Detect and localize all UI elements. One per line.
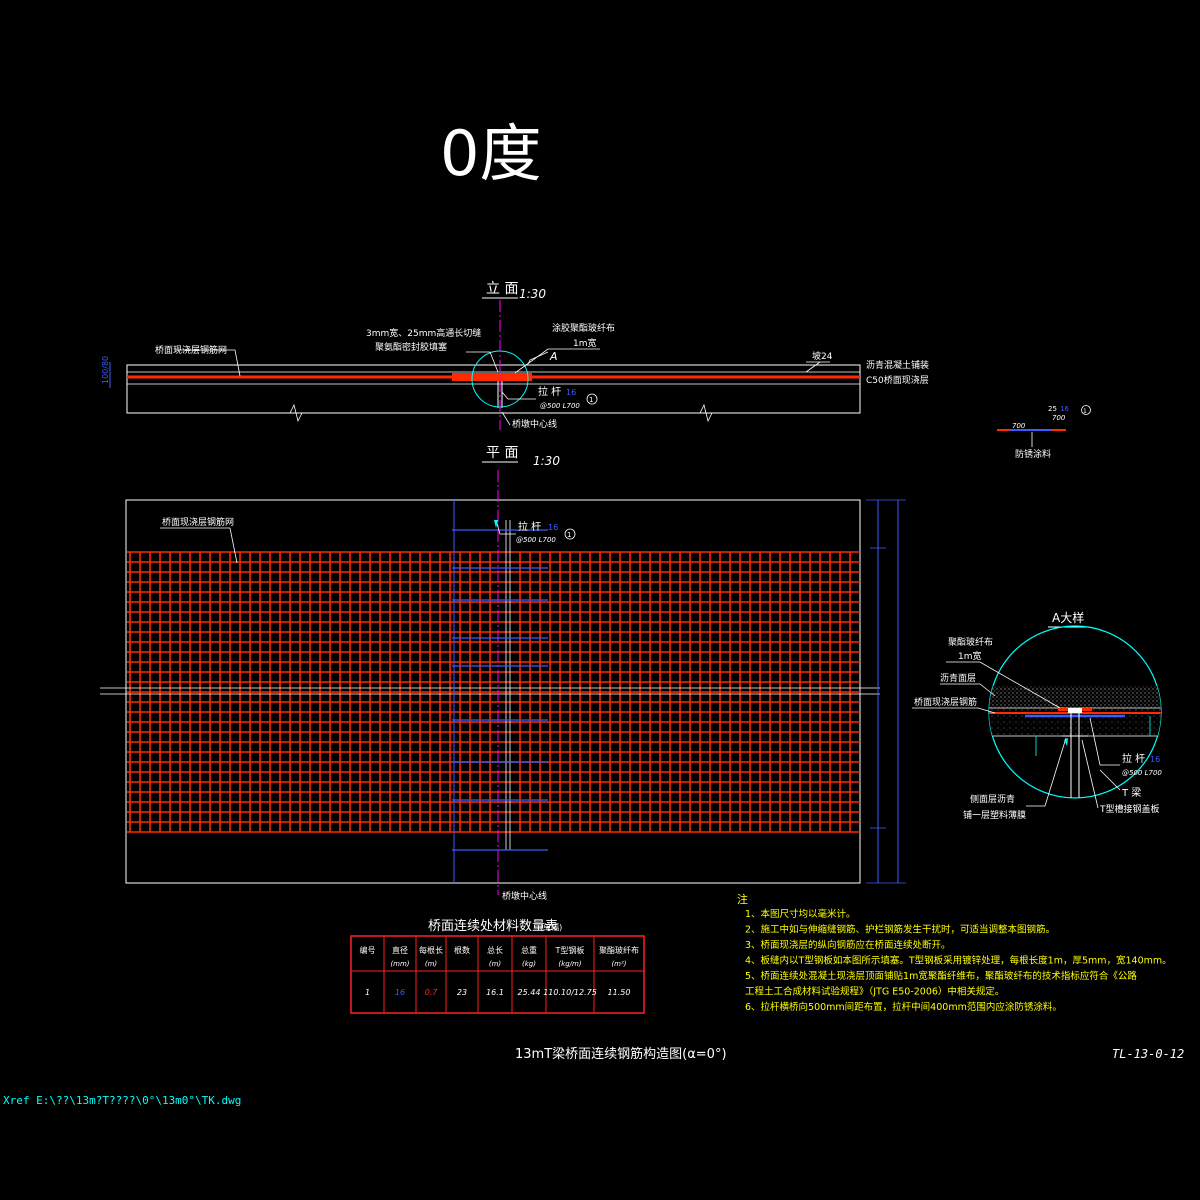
table-title: 桥面连续处材料数量表 bbox=[428, 918, 558, 934]
tie-bar-detail: 25 16 1 700 700 防锈涂料 bbox=[997, 405, 1091, 460]
plan-rebar-net-label: 桥面现浇层钢筋网 bbox=[162, 516, 234, 528]
elevation-scale: 1:30 bbox=[519, 287, 546, 301]
table-header-cell: 直径 bbox=[392, 945, 408, 955]
table-header-cell: 总重 bbox=[521, 945, 537, 955]
elevation-left-dim-text: 100/80 bbox=[101, 356, 110, 384]
table-header-cell: 总长 bbox=[487, 945, 503, 955]
table-data-cell: 110.10/12.75 bbox=[543, 988, 597, 997]
elevation-pier-label: 桥墩中心线 bbox=[512, 418, 557, 430]
table-data-cell: 16.1 bbox=[486, 988, 504, 997]
table-header-cell: 每根长 bbox=[419, 945, 443, 955]
note-line: 1、本图尺寸均以毫米计。 bbox=[745, 908, 856, 920]
elevation-fiber-label-2: 1m宽 bbox=[573, 337, 597, 349]
note-line: 2、施工中如与伸缩缝钢筋、护栏钢筋发生干扰时，可适当调整本图钢筋。 bbox=[745, 924, 1055, 936]
elevation-cut-label-1: 3mm宽、25mm高通长切缝 bbox=[366, 327, 481, 339]
tie-detail-top: 25 bbox=[1048, 405, 1057, 413]
elevation-c50-label: C50桥面现浇层 bbox=[866, 374, 929, 386]
detail-a-asphalt-label: 沥青面层 bbox=[940, 672, 976, 684]
elevation-joint-fiber bbox=[452, 373, 532, 381]
plan-rebar-mesh bbox=[127, 551, 860, 833]
detail-a-heading: A大样 bbox=[1052, 610, 1084, 625]
elevation-tie-label: 拉 杆 bbox=[538, 385, 561, 398]
detail-a-tie-dia: 16 bbox=[1150, 755, 1160, 764]
table-data-cell: 16 bbox=[395, 988, 405, 997]
detail-a-steel-plate-label: T型槽接钢盖板 bbox=[1099, 803, 1160, 815]
elevation-asphalt-label: 沥青混凝土铺装 bbox=[866, 359, 929, 371]
table-unit-cell: (m²) bbox=[611, 960, 626, 968]
elevation-cut-label-2: 聚氨酯密封胶填塞 bbox=[375, 341, 447, 353]
detail-a-layers bbox=[989, 686, 1161, 798]
cad-drawing: 0度 立 面 1:30 100/80 桥面现浇层钢筋网 3mm宽、25mm高通长… bbox=[3, 117, 1184, 1107]
tie-detail-right: 700 bbox=[1052, 414, 1066, 422]
plan-view: 平 面 1:30 桥面现浇层钢筋网 拉 杆 16 1 @500 L700 桥墩中… bbox=[100, 445, 906, 902]
detail-a-bottom-label-1: 侧面层沥青 bbox=[970, 793, 1015, 805]
detail-a-tie-spec: @500 L700 bbox=[1122, 769, 1162, 777]
detail-a-tie-label: 拉 杆 bbox=[1122, 752, 1145, 765]
elevation-slope-label: 坡24 bbox=[812, 350, 833, 362]
notes-block: 注 1、本图尺寸均以毫米计。 2、施工中如与伸缩缝钢筋、护栏钢筋发生干扰时，可适当… bbox=[737, 892, 1172, 1013]
table-header-cell: 编号 bbox=[360, 945, 376, 955]
detail-a-rebar-label: 桥面现浇层钢筋 bbox=[914, 696, 977, 708]
plan-tie-label: 拉 杆 bbox=[518, 520, 541, 533]
table-data-cell: 0.7 bbox=[425, 988, 439, 997]
plan-tie-spec: @500 L700 bbox=[516, 536, 556, 544]
elevation-view: 立 面 1:30 100/80 桥面现浇层钢筋网 3mm宽、25mm高通长切缝 … bbox=[101, 281, 929, 430]
table-header-cell: T型钢板 bbox=[555, 945, 585, 955]
table-unit-cell: (m) bbox=[425, 960, 438, 968]
elevation-tie-circle-num: 1 bbox=[589, 396, 593, 404]
elevation-fiber-label-1: 涂胶聚酯玻纤布 bbox=[552, 322, 615, 334]
plan-scale: 1:30 bbox=[533, 454, 560, 468]
table-title-suffix: (单幅) bbox=[540, 922, 562, 932]
tie-detail-left: 700 bbox=[1012, 422, 1026, 430]
tie-detail-bottom: 防锈涂料 bbox=[1015, 448, 1051, 460]
plan-tie-circle: 1 bbox=[567, 531, 571, 539]
tie-detail-circle: 1 bbox=[1083, 408, 1087, 415]
table-data-cell: 23 bbox=[457, 988, 467, 997]
table-header-cell: 根数 bbox=[454, 945, 470, 955]
table-data-cell: 11.50 bbox=[608, 988, 631, 997]
table-unit-cell: (kg/m) bbox=[558, 960, 581, 968]
table-unit-cell: (m) bbox=[489, 960, 502, 968]
notes-heading: 注 bbox=[737, 892, 748, 906]
elevation-rebar-net-label: 桥面现浇层钢筋网 bbox=[155, 344, 227, 356]
table-unit-cell: (kg) bbox=[522, 960, 536, 968]
note-line: 6、拉杆横桥向500mm间距布置，拉杆中间400mm范围内应涂防锈涂料。 bbox=[745, 1001, 1062, 1013]
note-line: 工程土工合成材料试验规程》（JTG E50-2006）中相关规定。 bbox=[745, 986, 1004, 998]
detail-a-asphalt-layer bbox=[989, 686, 1161, 708]
detail-a-bottom-label-2: 铺一层塑料薄膜 bbox=[963, 809, 1026, 821]
drawing-number: TL-13-0-12 bbox=[1112, 1047, 1184, 1061]
note-line: 4、板缝内以T型钢板如本图所示填塞。T型钢板采用镀锌处理，每根长度1m，厚5mm… bbox=[745, 955, 1172, 967]
detail-a-fiber-label-1: 聚酯玻纤布 bbox=[948, 636, 993, 648]
detail-a-t-beam-label: T 梁 bbox=[1121, 786, 1141, 799]
note-line: 5、桥面连续处混凝土现浇层顶面铺贴1m宽聚酯纤维布，聚酯玻纤布的技术指标应符合《… bbox=[745, 970, 1137, 982]
elevation-tie-dia: 16 bbox=[566, 388, 576, 397]
table-header-cell: 聚酯玻纤布 bbox=[599, 945, 639, 955]
table-unit-cell: (mm) bbox=[390, 960, 409, 968]
plan-heading: 平 面 bbox=[486, 445, 518, 461]
plan-pier-label: 桥墩中心线 bbox=[502, 890, 547, 902]
note-line: 3、桥面现浇层的纵向钢筋应在桥面连续处断开。 bbox=[745, 939, 951, 951]
table-data-cell: 25.44 bbox=[518, 988, 541, 997]
table-data-cell: 1 bbox=[365, 988, 370, 997]
drawing-title: 13mT梁桥面连续钢筋构造图(α=0°) bbox=[515, 1046, 727, 1062]
drawing-big-title: 0度 bbox=[440, 117, 541, 190]
elevation-tie-spec: @500 L700 bbox=[540, 402, 580, 410]
xref-path: Xref E:\??\13m?T????\0°\13m0°\TK.dwg bbox=[3, 1094, 241, 1107]
plan-tie-dia: 16 bbox=[548, 523, 558, 532]
elevation-heading: 立 面 bbox=[486, 281, 518, 297]
detail-a-view: A大样 聚酯玻纤布 1m宽 沥青面层 桥面现浇层钢筋 拉 杆 16 @500 L… bbox=[912, 610, 1162, 821]
detail-a-fiber-label-2: 1m宽 bbox=[958, 650, 982, 662]
elevation-a-label: A bbox=[549, 350, 558, 363]
tie-detail-dia: 16 bbox=[1060, 405, 1069, 413]
material-table: 桥面连续处材料数量表 (单幅) 编号 直径 (mm) 每根长 (m) 根数 总长 (m) 总重 (… bbox=[350, 918, 645, 1014]
leader-cut-line bbox=[466, 351, 499, 373]
